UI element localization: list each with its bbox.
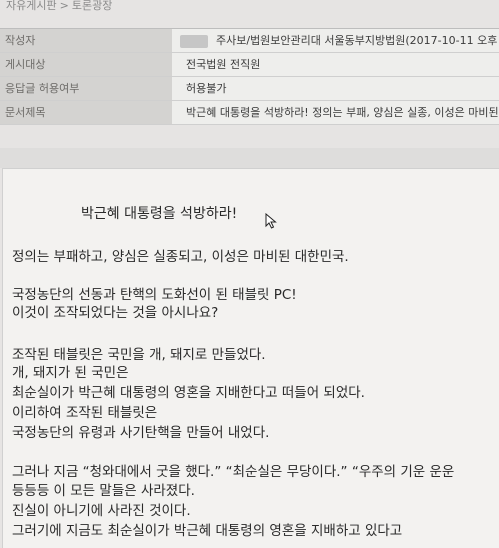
- post-line: 이리하여 조작된 태블릿은: [12, 405, 158, 421]
- post-line: 개, 돼지가 된 국민은: [12, 365, 129, 381]
- meta-value-reply: 허용불가: [172, 77, 499, 100]
- meta-row-reply: 응답글 허용여부 허용불가: [0, 77, 499, 101]
- meta-row-subject: 문서제목 박근혜 대통령을 석방하라! 정의는 부패, 양심은 실종, 이성은 …: [0, 101, 499, 125]
- post-line: 최순실이가 박근혜 대통령의 영혼을 지배한다고 떠들어 되었다.: [12, 385, 365, 401]
- meta-label-subject: 문서제목: [0, 101, 172, 124]
- breadcrumb: 자유게시판 > 토론광장: [0, 0, 499, 18]
- post-body: 박근혜 대통령을 석방하라! 정의는 부패하고, 양심은 실종되고, 이성은 마…: [2, 168, 499, 548]
- blurred-name: [180, 34, 208, 48]
- post-meta-table: 작성자 주사보/법원보안관리대 서울동부지방법원(2017-10-11 오후 0…: [0, 28, 499, 125]
- meta-label-target: 게시대상: [0, 53, 172, 76]
- breadcrumb-board-link[interactable]: 자유게시판: [6, 0, 57, 12]
- post-line: 진실이 아니기에 사라진 것이다.: [12, 503, 191, 519]
- breadcrumb-separator: >: [59, 0, 69, 12]
- post-line: 정의는 부패하고, 양심은 실종되고, 이성은 마비된 대한민국.: [12, 249, 349, 265]
- post-line: 그러기에 지금도 최순실이가 박근혜 대통령의 영혼을 지배하고 있다고: [12, 523, 403, 539]
- author-text: 주사보/법원보안관리대 서울동부지방법원(2017-10-11 오후 05:37…: [216, 34, 499, 47]
- post-line: 국정농단의 선동과 탄핵의 도화선이 된 태블릿 PC!: [12, 287, 297, 303]
- meta-value-target: 전국법원 전직원: [172, 53, 499, 76]
- post-line: 조작된 태블릿은 국민을 개, 돼지로 만들었다.: [12, 347, 266, 363]
- post-line: 이것이 조작되었다는 것을 아시나요?: [12, 305, 219, 321]
- post-line: 그러나 지금 “청와대에서 굿을 했다.” “최순실은 무당이다.” “우주의 …: [12, 464, 455, 480]
- breadcrumb-current[interactable]: 토론광장: [72, 0, 112, 12]
- meta-label-reply: 응답글 허용여부: [0, 77, 172, 100]
- meta-label-author: 작성자: [0, 29, 172, 52]
- mouse-cursor-icon: [265, 213, 277, 229]
- post-title: 박근혜 대통령을 석방하라!: [81, 206, 238, 222]
- post-line: 등등등 이 모든 말들은 사라졌다.: [12, 483, 195, 499]
- meta-row-author: 작성자 주사보/법원보안관리대 서울동부지방법원(2017-10-11 오후 0…: [0, 29, 499, 53]
- section-gap: [0, 148, 499, 168]
- meta-value-subject: 박근혜 대통령을 석방하라! 정의는 부패, 양심은 실종, 이성은 마비된 대…: [172, 101, 499, 124]
- meta-row-target: 게시대상 전국법원 전직원: [0, 53, 499, 77]
- post-line: 국정농단의 유령과 사기탄핵을 만들어 내었다.: [12, 425, 270, 441]
- meta-value-author: 주사보/법원보안관리대 서울동부지방법원(2017-10-11 오후 05:37…: [172, 29, 499, 52]
